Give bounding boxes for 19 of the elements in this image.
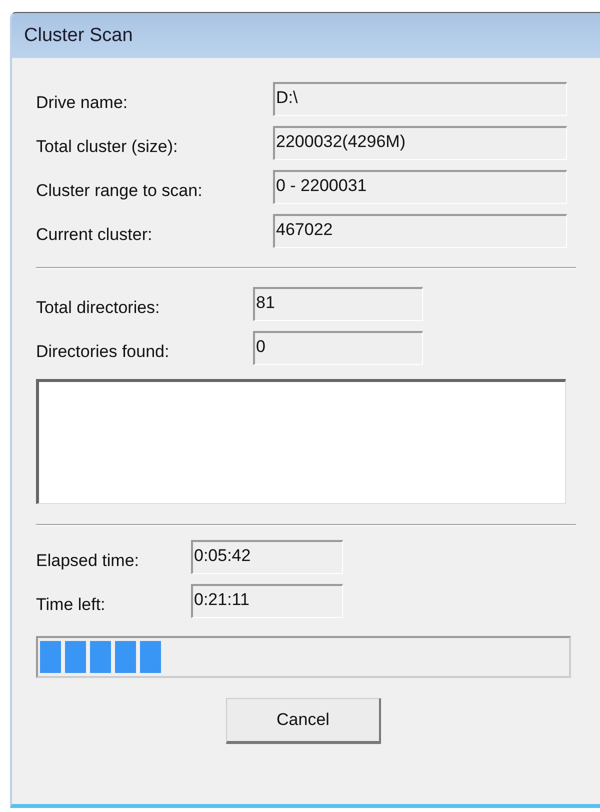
readonly-field: 2200032(4296M) — [273, 126, 567, 160]
field-label: Drive name: — [36, 92, 129, 113]
field-label: Cluster range to scan: — [36, 180, 204, 201]
field-label: Time left: — [36, 594, 106, 615]
field-label: Elapsed time: — [36, 550, 140, 571]
cancel-button[interactable]: Cancel — [226, 698, 381, 744]
readonly-field: 467022 — [273, 214, 567, 248]
readonly-field: 81 — [253, 287, 423, 321]
field-label: Total directories: — [36, 297, 161, 318]
readonly-field: 0 - 2200031 — [273, 170, 567, 204]
field-label: Directories found: — [36, 341, 170, 362]
readonly-field: 0:21:11 — [191, 584, 343, 618]
list-box[interactable] — [36, 379, 566, 504]
readonly-field: 0:05:42 — [191, 540, 343, 574]
field-label: Current cluster: — [36, 224, 154, 245]
readonly-field: 0 — [253, 331, 423, 365]
window-title: Cluster Scan — [24, 24, 133, 46]
readonly-field: D:\ — [273, 82, 567, 116]
field-label: Total cluster (size): — [36, 136, 179, 157]
